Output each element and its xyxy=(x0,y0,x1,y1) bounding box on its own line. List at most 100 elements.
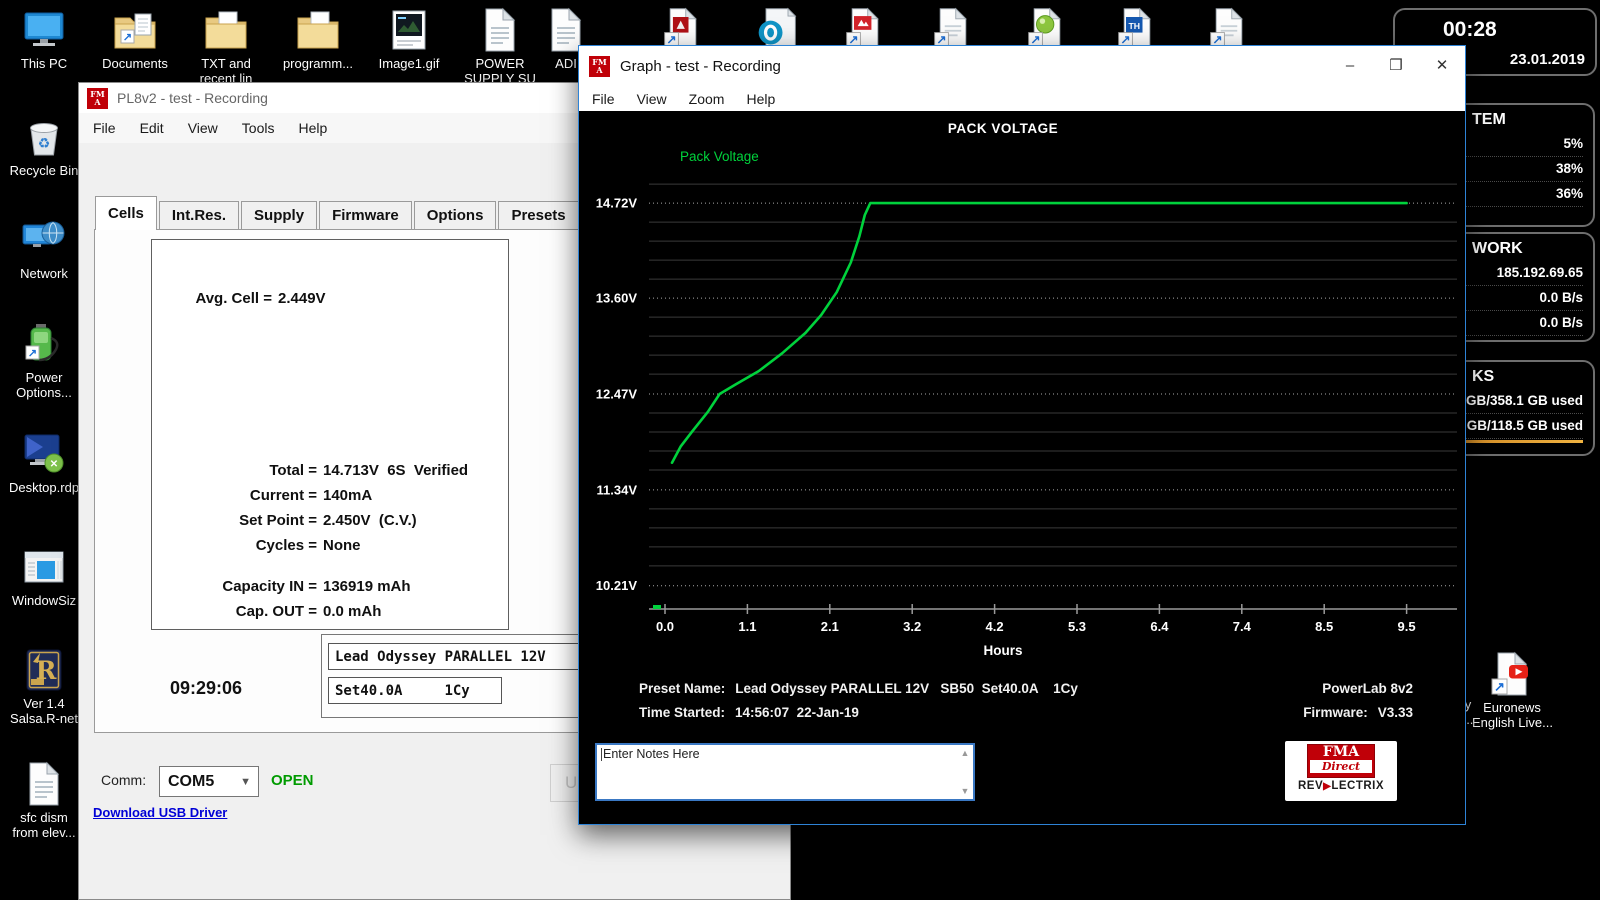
preset-name-value: Lead Odyssey PARALLEL 12V SB50 Set40.0A … xyxy=(735,681,1078,696)
tab-presets[interactable]: Presets xyxy=(498,201,578,230)
svg-text:7.4: 7.4 xyxy=(1233,619,1252,634)
pl8-menu-file[interactable]: File xyxy=(81,120,128,136)
stat-label: Cap. OUT = xyxy=(152,599,317,624)
desktop-icon-windowsiz[interactable]: WindowSiz xyxy=(4,543,84,608)
desktop-icon-shortcut-green-orb[interactable]: ↗ xyxy=(1024,6,1070,50)
svg-text:PACK VOLTAGE: PACK VOLTAGE xyxy=(948,121,1058,136)
power-options-label: PowerOptions... xyxy=(4,370,84,400)
chevron-down-icon: ▼ xyxy=(240,776,258,788)
close-button[interactable]: ✕ xyxy=(1419,46,1465,86)
desktop-icon-recycle-bin[interactable]: ♻Recycle Bin xyxy=(4,113,84,178)
power-options-icon: ↗ xyxy=(20,320,68,368)
svg-text:✕: ✕ xyxy=(50,459,58,470)
elapsed-time: 09:29:06 xyxy=(170,678,242,699)
avg-cell-label: Avg. Cell = xyxy=(152,286,272,311)
power-supply-icon xyxy=(476,6,524,54)
revolectrix-wordmark: REV▶LECTRIX xyxy=(1285,780,1397,792)
avg-cell-row: Avg. Cell = 2.449V xyxy=(152,286,508,311)
pl8-menu-edit[interactable]: Edit xyxy=(128,120,176,136)
svg-text:12.47V: 12.47V xyxy=(596,386,638,401)
shortcut-document-icon: ↗ xyxy=(931,6,975,50)
desktop: This PC ↗ Documents TXT andrecent lin progra… xyxy=(0,0,1600,900)
stat-row: Total =14.713V 6S Verified xyxy=(152,458,508,483)
image1-gif-icon xyxy=(385,6,433,54)
desktop-icon-documents[interactable]: ↗ Documents xyxy=(95,6,175,71)
desktop-icon-image1-gif[interactable]: Image1.gif xyxy=(369,6,449,71)
firmware-value: V3.33 xyxy=(1378,705,1413,720)
fma-app-icon: FMA xyxy=(87,88,108,109)
scroll-up-icon[interactable]: ▲ xyxy=(959,748,971,758)
chart-footer-row2: Time Started:14:56:07 22-Jan-19 Firmware… xyxy=(639,705,1413,720)
desktop-rdp-icon: ✕ xyxy=(20,430,68,478)
stat-value: 14.713V 6S Verified xyxy=(323,458,468,483)
stat-row: Capacity IN =136919 mAh xyxy=(152,574,508,599)
pl8-menu-view[interactable]: View xyxy=(176,120,230,136)
tab-options[interactable]: Options xyxy=(414,201,497,230)
desktop-icon-shortcut-document-2[interactable]: ↗ xyxy=(1206,6,1252,50)
desktop-icon-shortcut-th-app[interactable]: TH↗ xyxy=(1114,6,1160,50)
tab-supply[interactable]: Supply xyxy=(241,201,317,230)
graph-window[interactable]: FMA Graph - test - Recording – ❒ ✕ FileV… xyxy=(578,45,1466,825)
desktop-icon-shortcut-document[interactable]: ↗ xyxy=(930,6,976,50)
preset-name-box[interactable]: Lead Odyssey PARALLEL 12V xyxy=(328,643,612,670)
recycle-bin-label: Recycle Bin xyxy=(4,163,84,178)
time-started-value: 14:56:07 22-Jan-19 xyxy=(735,705,859,720)
desktop-icon-salsa-r-net[interactable]: RVer 1.4Salsa.R-net xyxy=(4,646,84,726)
desktop-icon-shortcut-red-app-2[interactable]: ↗ xyxy=(842,6,888,50)
desktop-icon-power-options[interactable]: ↗PowerOptions... xyxy=(4,320,84,400)
desktop-rdp-label: Desktop.rdp xyxy=(4,480,84,495)
desktop-icon-network[interactable]: Network xyxy=(4,216,84,281)
desktop-icon-desktop-rdp[interactable]: ✕ Desktop.rdp xyxy=(4,430,84,495)
desktop-icon-shortcut-outlook[interactable] xyxy=(754,6,800,50)
salsa-r-net-label: Ver 1.4Salsa.R-net xyxy=(4,696,84,726)
stat-row: Set Point =2.450V (C.V.) xyxy=(152,508,508,533)
preset-current: Set40.0A xyxy=(335,678,402,703)
scroll-down-icon[interactable]: ▼ xyxy=(959,786,971,796)
stat-label: Current = xyxy=(152,483,317,508)
charge-stats: Total =14.713V 6S VerifiedCurrent =140mA… xyxy=(152,458,508,558)
documents-label: Documents xyxy=(95,56,175,71)
avg-cell-value: 2.449V xyxy=(278,286,326,311)
pl8-menu-tools[interactable]: Tools xyxy=(230,120,287,136)
network-icon xyxy=(20,216,68,264)
fma-logo-text: FMA xyxy=(1323,744,1359,760)
svg-text:Hours: Hours xyxy=(983,643,1022,658)
rev-text: REV xyxy=(1298,780,1323,792)
pl8-menu-help[interactable]: Help xyxy=(286,120,339,136)
programm-label: programm... xyxy=(278,56,358,71)
download-usb-driver-link[interactable]: Download USB Driver xyxy=(93,805,227,820)
preset-detail-box[interactable]: Set40.0A 1Cy xyxy=(328,677,502,704)
desktop-icon-sfc-dism[interactable]: sfc dismfrom elev... xyxy=(4,760,84,840)
stat-label: Set Point = xyxy=(152,508,317,533)
chart-footer-row1: Preset Name:Lead Odyssey PARALLEL 12V SB… xyxy=(639,681,1413,696)
minimize-button[interactable]: – xyxy=(1327,46,1373,86)
notes-input[interactable]: Enter Notes Here ▲ ▼ xyxy=(595,743,975,801)
graph-window-title: Graph - test - Recording xyxy=(620,58,1327,75)
desktop-icon-txt-and[interactable]: TXT andrecent lin xyxy=(186,6,266,86)
graph-menu-zoom[interactable]: Zoom xyxy=(678,91,736,107)
desktop-icon-this-pc[interactable]: This PC xyxy=(4,6,84,71)
desktop-icon-shortcut-red-app[interactable]: ↗ xyxy=(660,6,706,50)
graph-menu-view[interactable]: View xyxy=(626,91,678,107)
direct-logo-text: Direct xyxy=(1310,760,1372,773)
comm-port-select[interactable]: COM5 ▼ xyxy=(159,766,259,797)
salsa-r-net-icon: R xyxy=(20,646,68,694)
stat-row: Cap. OUT =0.0 mAh xyxy=(152,599,508,624)
tab-cells[interactable]: Cells xyxy=(95,196,157,230)
sfc-dism-icon xyxy=(20,760,68,808)
network-label: Network xyxy=(4,266,84,281)
tab-firmware[interactable]: Firmware xyxy=(319,201,412,230)
graph-menu-help[interactable]: Help xyxy=(735,91,786,107)
desktop-icon-programm[interactable]: programm... xyxy=(278,6,358,71)
maximize-button[interactable]: ❒ xyxy=(1373,46,1419,86)
svg-text:TH: TH xyxy=(1128,21,1140,31)
graph-menu-file[interactable]: File xyxy=(581,91,626,107)
svg-text:0.0: 0.0 xyxy=(656,619,674,634)
svg-text:4.2: 4.2 xyxy=(986,619,1004,634)
image1-gif-label: Image1.gif xyxy=(369,56,449,71)
tab-int-res-[interactable]: Int.Res. xyxy=(159,201,239,230)
stat-value: None xyxy=(323,533,361,558)
documents-icon: ↗ xyxy=(111,6,159,54)
stat-row: Cycles =None xyxy=(152,533,508,558)
graph-titlebar[interactable]: FMA Graph - test - Recording – ❒ ✕ xyxy=(579,46,1465,86)
